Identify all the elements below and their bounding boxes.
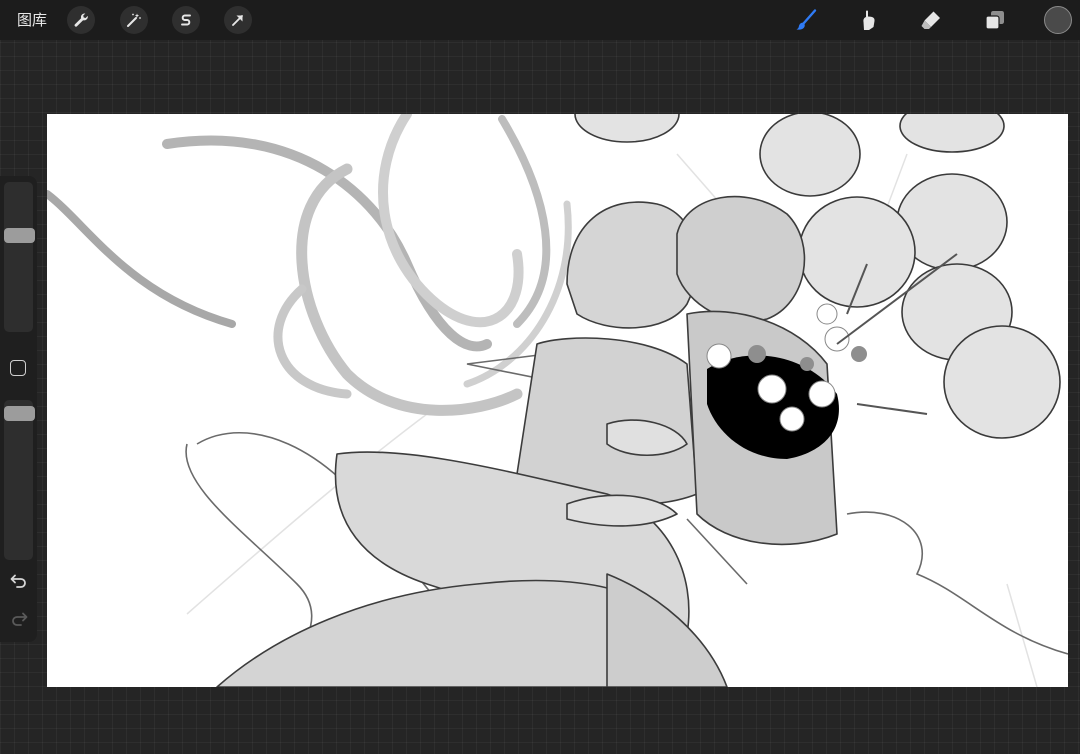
opacity-slider[interactable] bbox=[4, 400, 33, 560]
brush-size-slider[interactable] bbox=[4, 182, 33, 332]
opacity-thumb[interactable] bbox=[4, 405, 35, 421]
adjustments-button[interactable] bbox=[120, 6, 148, 34]
magic-wand-icon bbox=[127, 13, 141, 27]
selection-s-icon bbox=[181, 14, 191, 26]
left-sidebar bbox=[0, 176, 37, 642]
drawing-canvas[interactable] bbox=[47, 114, 1068, 687]
eraser-tool-button[interactable] bbox=[917, 6, 945, 34]
brush-icon bbox=[796, 9, 817, 30]
smudge-tool-button[interactable] bbox=[854, 6, 882, 34]
brush-size-thumb[interactable] bbox=[4, 227, 35, 243]
layers-icon bbox=[985, 11, 1004, 30]
smudge-finger-icon bbox=[863, 10, 875, 30]
eraser-icon bbox=[921, 11, 940, 29]
layers-button[interactable] bbox=[981, 6, 1009, 34]
undo-icon[interactable] bbox=[9, 572, 29, 590]
top-toolbar: 图库 bbox=[0, 0, 1080, 40]
procreate-app: 图库 bbox=[0, 0, 1080, 754]
color-swatch[interactable] bbox=[1044, 6, 1072, 34]
arrow-cursor-icon bbox=[232, 15, 243, 26]
actions-button[interactable] bbox=[67, 6, 95, 34]
ribbons bbox=[47, 114, 572, 416]
wrench-icon bbox=[74, 13, 88, 27]
redo-icon[interactable] bbox=[9, 610, 29, 628]
selection-button[interactable] bbox=[172, 6, 200, 34]
brush-tool-button[interactable] bbox=[792, 6, 820, 34]
modify-button[interactable] bbox=[10, 360, 26, 376]
artwork bbox=[47, 114, 1068, 687]
transform-button[interactable] bbox=[224, 6, 252, 34]
gallery-button[interactable]: 图库 bbox=[17, 10, 47, 30]
